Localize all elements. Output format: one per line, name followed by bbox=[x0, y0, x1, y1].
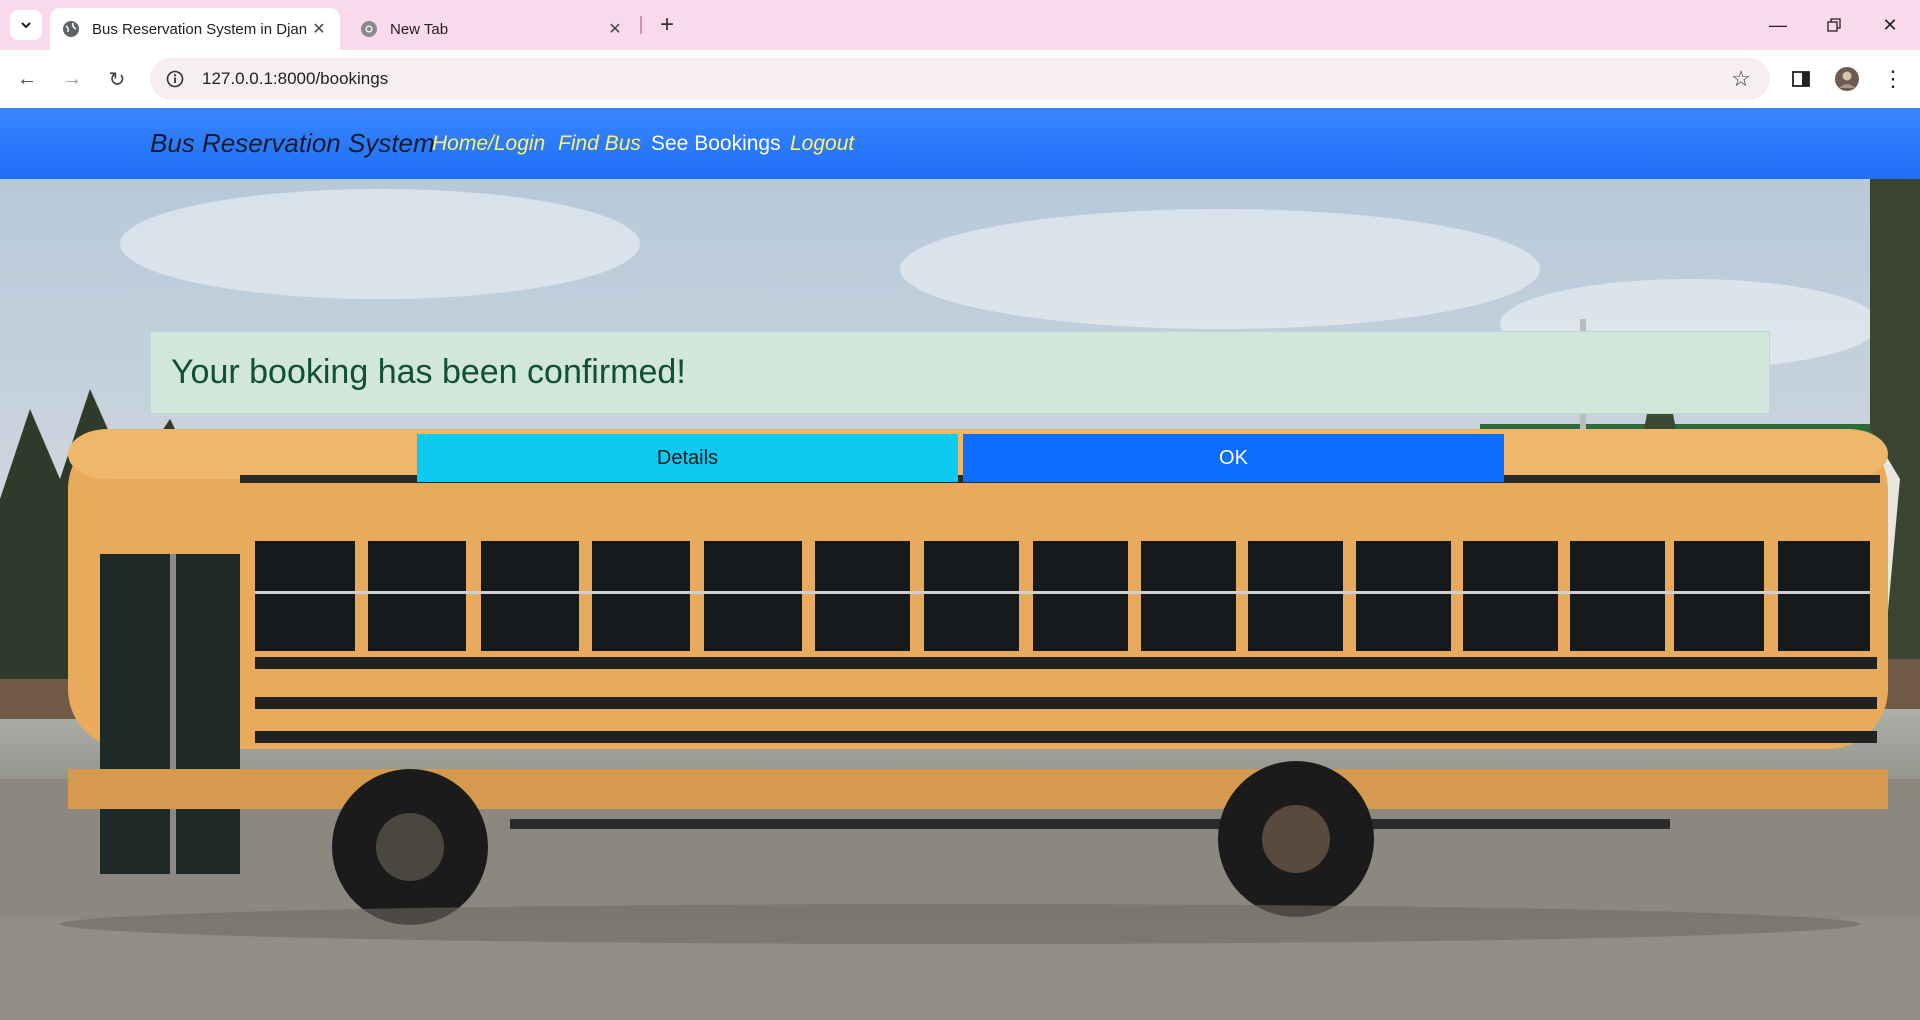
back-button[interactable]: ← bbox=[10, 62, 44, 96]
tab-divider bbox=[640, 16, 642, 34]
details-button[interactable]: Details bbox=[417, 434, 958, 482]
forward-button[interactable]: → bbox=[55, 62, 89, 96]
minimize-button[interactable]: — bbox=[1750, 0, 1806, 50]
tab-search-button[interactable] bbox=[10, 10, 42, 40]
booking-confirmed-alert: Your booking has been confirmed! bbox=[150, 331, 1770, 414]
more-vertical-icon: ⋮ bbox=[1882, 66, 1904, 91]
minimize-icon: — bbox=[1769, 14, 1787, 35]
plus-icon: + bbox=[659, 11, 674, 38]
restore-button[interactable] bbox=[1806, 0, 1862, 50]
close-icon: ✕ bbox=[1882, 14, 1898, 35]
reload-button[interactable]: ↻ bbox=[100, 62, 134, 96]
menu-button[interactable]: ⋮ bbox=[1876, 62, 1910, 96]
reload-icon: ↻ bbox=[108, 68, 126, 91]
restore-icon bbox=[1827, 18, 1841, 32]
nav-link-see-bookings[interactable]: See Bookings bbox=[651, 132, 781, 156]
tab-title: Bus Reservation System in Djan bbox=[92, 20, 308, 38]
browser-toolbar: ← → ↻ 127.0.0.1:8000/bookings ☆ ⋮ bbox=[0, 50, 1920, 108]
address-bar[interactable]: 127.0.0.1:8000/bookings ☆ bbox=[150, 58, 1770, 100]
hero-background-image: Your booking has been confirmed! Details… bbox=[0, 179, 1920, 1020]
close-icon[interactable]: ✕ bbox=[606, 20, 624, 38]
tab-title: New Tab bbox=[390, 20, 449, 38]
page-content: Bus Reservation System Home/Login Find B… bbox=[0, 108, 1920, 1020]
avatar bbox=[1835, 67, 1859, 91]
tab-strip: Bus Reservation System in Djan ✕ New Tab… bbox=[0, 0, 1920, 50]
tab-bus-reservation[interactable]: Bus Reservation System in Djan ✕ bbox=[50, 8, 340, 50]
profile-button[interactable] bbox=[1830, 62, 1864, 96]
site-navbar: Bus Reservation System Home/Login Find B… bbox=[0, 108, 1920, 179]
navbar-brand[interactable]: Bus Reservation System bbox=[150, 128, 435, 159]
close-icon[interactable]: ✕ bbox=[310, 20, 328, 38]
globe-icon bbox=[63, 21, 79, 37]
school-bus-photo bbox=[0, 179, 1920, 1020]
url-text: 127.0.0.1:8000/bookings bbox=[202, 69, 389, 88]
side-panel-icon bbox=[1792, 71, 1810, 87]
arrow-right-icon: → bbox=[62, 67, 82, 90]
tab-new-tab[interactable]: New Tab ✕ bbox=[348, 8, 636, 50]
nav-link-logout[interactable]: Logout bbox=[790, 132, 854, 156]
info-icon[interactable] bbox=[164, 68, 186, 90]
arrow-left-icon: ← bbox=[17, 67, 37, 90]
new-tab-button[interactable]: + bbox=[652, 10, 682, 40]
star-icon[interactable]: ☆ bbox=[1728, 66, 1754, 92]
ok-button[interactable]: OK bbox=[963, 434, 1504, 482]
chevron-down-icon bbox=[21, 22, 31, 29]
side-panel-button[interactable] bbox=[1784, 62, 1818, 96]
chrome-icon bbox=[361, 21, 377, 37]
close-window-button[interactable]: ✕ bbox=[1862, 0, 1918, 50]
nav-link-home-login[interactable]: Home/Login bbox=[432, 132, 545, 156]
alert-message: Your booking has been confirmed! bbox=[171, 353, 686, 391]
nav-link-find-bus[interactable]: Find Bus bbox=[558, 132, 641, 156]
